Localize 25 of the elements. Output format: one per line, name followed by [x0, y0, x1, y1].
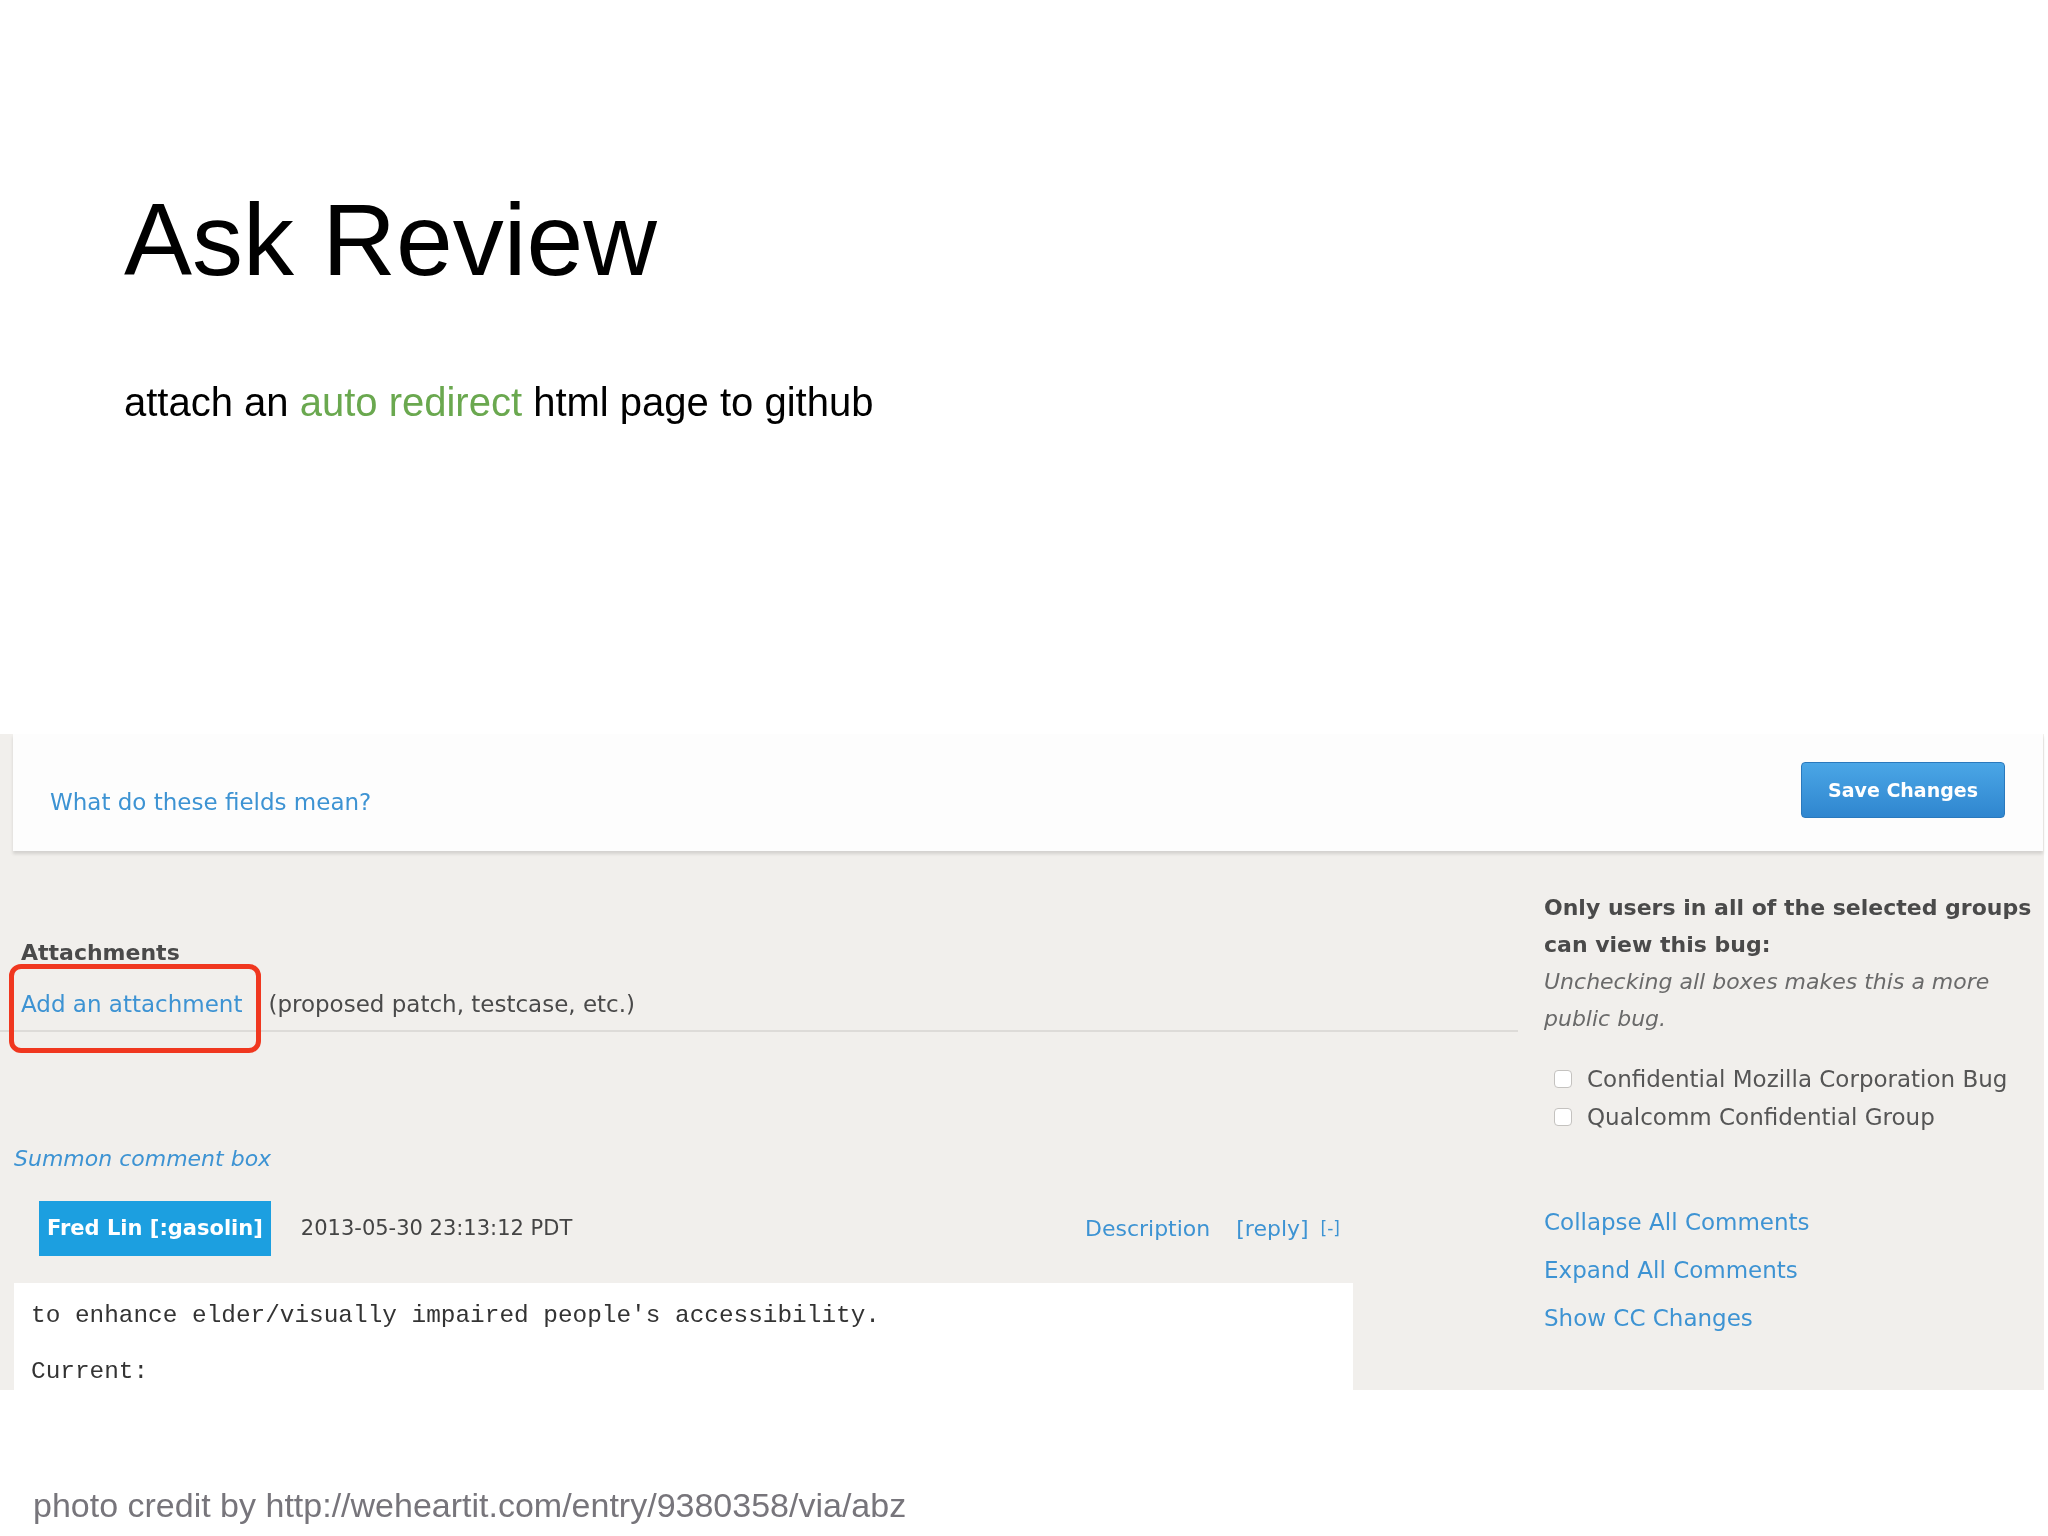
author-badge[interactable]: Fred Lin [:gasolin] — [39, 1201, 271, 1256]
comment-action-link[interactable]: Show CC Changes — [1544, 1294, 1753, 1342]
summon-comment-link[interactable]: Summon comment box — [14, 1145, 272, 1173]
add-attachment-link[interactable]: Add an attachment — [21, 990, 243, 1018]
checkbox[interactable] — [1554, 1108, 1572, 1126]
checkbox-label: Qualcomm Confidential Group — [1587, 1102, 1935, 1132]
comment-timestamp: 2013-05-30 23:13:12 PDT — [300, 1214, 573, 1242]
attachment-hint: (proposed patch, testcase, etc.) — [268, 990, 636, 1018]
attachments-heading: Attachments — [21, 939, 180, 967]
collapse-comment-link[interactable]: [-] — [1320, 1215, 1340, 1242]
photo-credit: photo credit by http://weheartit.com/entry/9380358/via/abz — [33, 1488, 907, 1522]
checkbox-label: Confidential Mozilla Corporation Bug — [1587, 1064, 2008, 1094]
comment-action-link[interactable]: Collapse All Comments — [1544, 1198, 1810, 1246]
groups-note: Unchecking all boxes makes this a more public bug. — [1544, 968, 1991, 1033]
comment-link[interactable]: Description — [1084, 1212, 1211, 1245]
checkbox[interactable] — [1554, 1070, 1572, 1088]
comment-text: Current: — [31, 1358, 149, 1386]
groups-heading: Only users in all of the selected groups can view this bug: — [1544, 894, 2033, 959]
comment-link[interactable]: [reply] — [1236, 1212, 1309, 1245]
comment-action-link[interactable]: Expand All Comments — [1544, 1246, 1798, 1294]
slide-title: Ask Review — [124, 189, 657, 291]
slide-subtitle: attach an auto redirect html page to github — [124, 382, 874, 422]
help-link[interactable]: What do these fields mean? — [50, 787, 372, 816]
comment-text: to enhance elder/visually impaired people's accessibility. — [31, 1302, 880, 1330]
save-changes-button[interactable]: Save Changes — [1801, 762, 2005, 818]
